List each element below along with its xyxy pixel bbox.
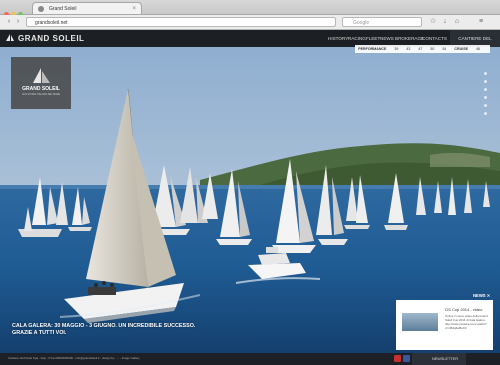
bookmark-icon[interactable]: ☆ — [428, 17, 438, 27]
badge-subtitle: UNA STORIA ITALIANA DEL MARE — [21, 93, 61, 96]
performance-label: PERFORMANCE — [358, 47, 387, 51]
youtube-icon[interactable] — [394, 355, 401, 362]
nav-item-news[interactable]: NEWS — [380, 36, 394, 41]
news-label[interactable]: NEWS ✕ — [473, 293, 490, 298]
news-thumbnail[interactable] — [402, 313, 438, 331]
badge-title: GRAND SOLEIL — [22, 86, 60, 92]
browser-tab-bar: Grand Soleil × — [0, 0, 500, 17]
nav-item-contacts[interactable]: CONTACTS — [422, 36, 447, 41]
home-icon[interactable]: ⌂ — [452, 17, 462, 27]
download-icon[interactable]: ↓ — [440, 17, 450, 27]
model-link[interactable]: 47 — [418, 47, 422, 51]
news-card[interactable]: GS Cup 2014 - video Online il nuovo vide… — [396, 300, 493, 350]
tab-close-icon[interactable]: × — [132, 3, 136, 15]
cruise-label: CRUISE — [454, 47, 468, 51]
slide-dot[interactable] — [484, 96, 487, 99]
brand-badge: GRAND SOLEIL UNA STORIA ITALIANA DEL MAR… — [11, 57, 71, 109]
caption-line: GRAZIE A TUTTI VOI. — [12, 330, 67, 336]
nav-item-brokerage[interactable]: BROKERAGE — [395, 36, 424, 41]
nav-item-fleet[interactable]: FLEET — [366, 36, 380, 41]
news-title[interactable]: GS Cup 2014 - video — [445, 307, 482, 312]
browser-tab[interactable]: Grand Soleil × — [32, 2, 142, 14]
facebook-icon[interactable] — [403, 355, 410, 362]
close-icon[interactable]: ✕ — [487, 293, 491, 298]
model-link[interactable]: 46 — [476, 47, 480, 51]
model-link[interactable]: 43 — [406, 47, 410, 51]
model-link[interactable]: 54 — [442, 47, 446, 51]
news-body: Online il nuovo video della Grand Soleil… — [445, 314, 488, 330]
sail-logo-icon — [33, 68, 50, 83]
slide-dot[interactable] — [484, 80, 487, 83]
address-bar[interactable]: grandsoleil.net — [26, 17, 336, 27]
tab-title: Grand Soleil — [49, 6, 77, 12]
model-link[interactable]: 50 — [430, 47, 434, 51]
footer-text: Cantiere del Pardo Spa - Italy - P.iva 0… — [8, 356, 140, 360]
slide-dot[interactable] — [484, 88, 487, 91]
forward-icon[interactable]: › — [13, 17, 23, 27]
nav-item-history[interactable]: HISTORY — [328, 36, 348, 41]
slider-pagination — [484, 72, 487, 120]
performance-bar: PERFORMANCE 39 43 47 50 54 CRUISE 46 — [355, 45, 490, 53]
site-footer: Cantiere del Pardo Spa - Italy - P.iva 0… — [0, 353, 500, 365]
sail-logo-icon — [6, 34, 14, 41]
favicon-icon — [38, 6, 44, 12]
search-box[interactable]: Google — [342, 17, 422, 27]
slide-dot[interactable] — [484, 104, 487, 107]
hero-caption: CALA GALERA: 30 MAGGIO - 3 GIUGNO. UN IN… — [12, 323, 195, 337]
newsletter-button[interactable]: NEWSLETTER — [412, 353, 466, 365]
slide-dot[interactable] — [484, 72, 487, 75]
caption-line: CALA GALERA: 30 MAGGIO - 3 GIUGNO. UN IN… — [12, 323, 196, 329]
browser-toolbar: ‹ › grandsoleil.net Google ☆ ↓ ⌂ ≡ — [0, 15, 500, 30]
model-link[interactable]: 39 — [394, 47, 398, 51]
site-logo[interactable]: GRAND SOLEIL — [5, 33, 84, 44]
slide-dot[interactable] — [484, 112, 487, 115]
menu-icon[interactable]: ≡ — [476, 17, 486, 27]
nav-item-racing[interactable]: RACING — [348, 36, 366, 41]
